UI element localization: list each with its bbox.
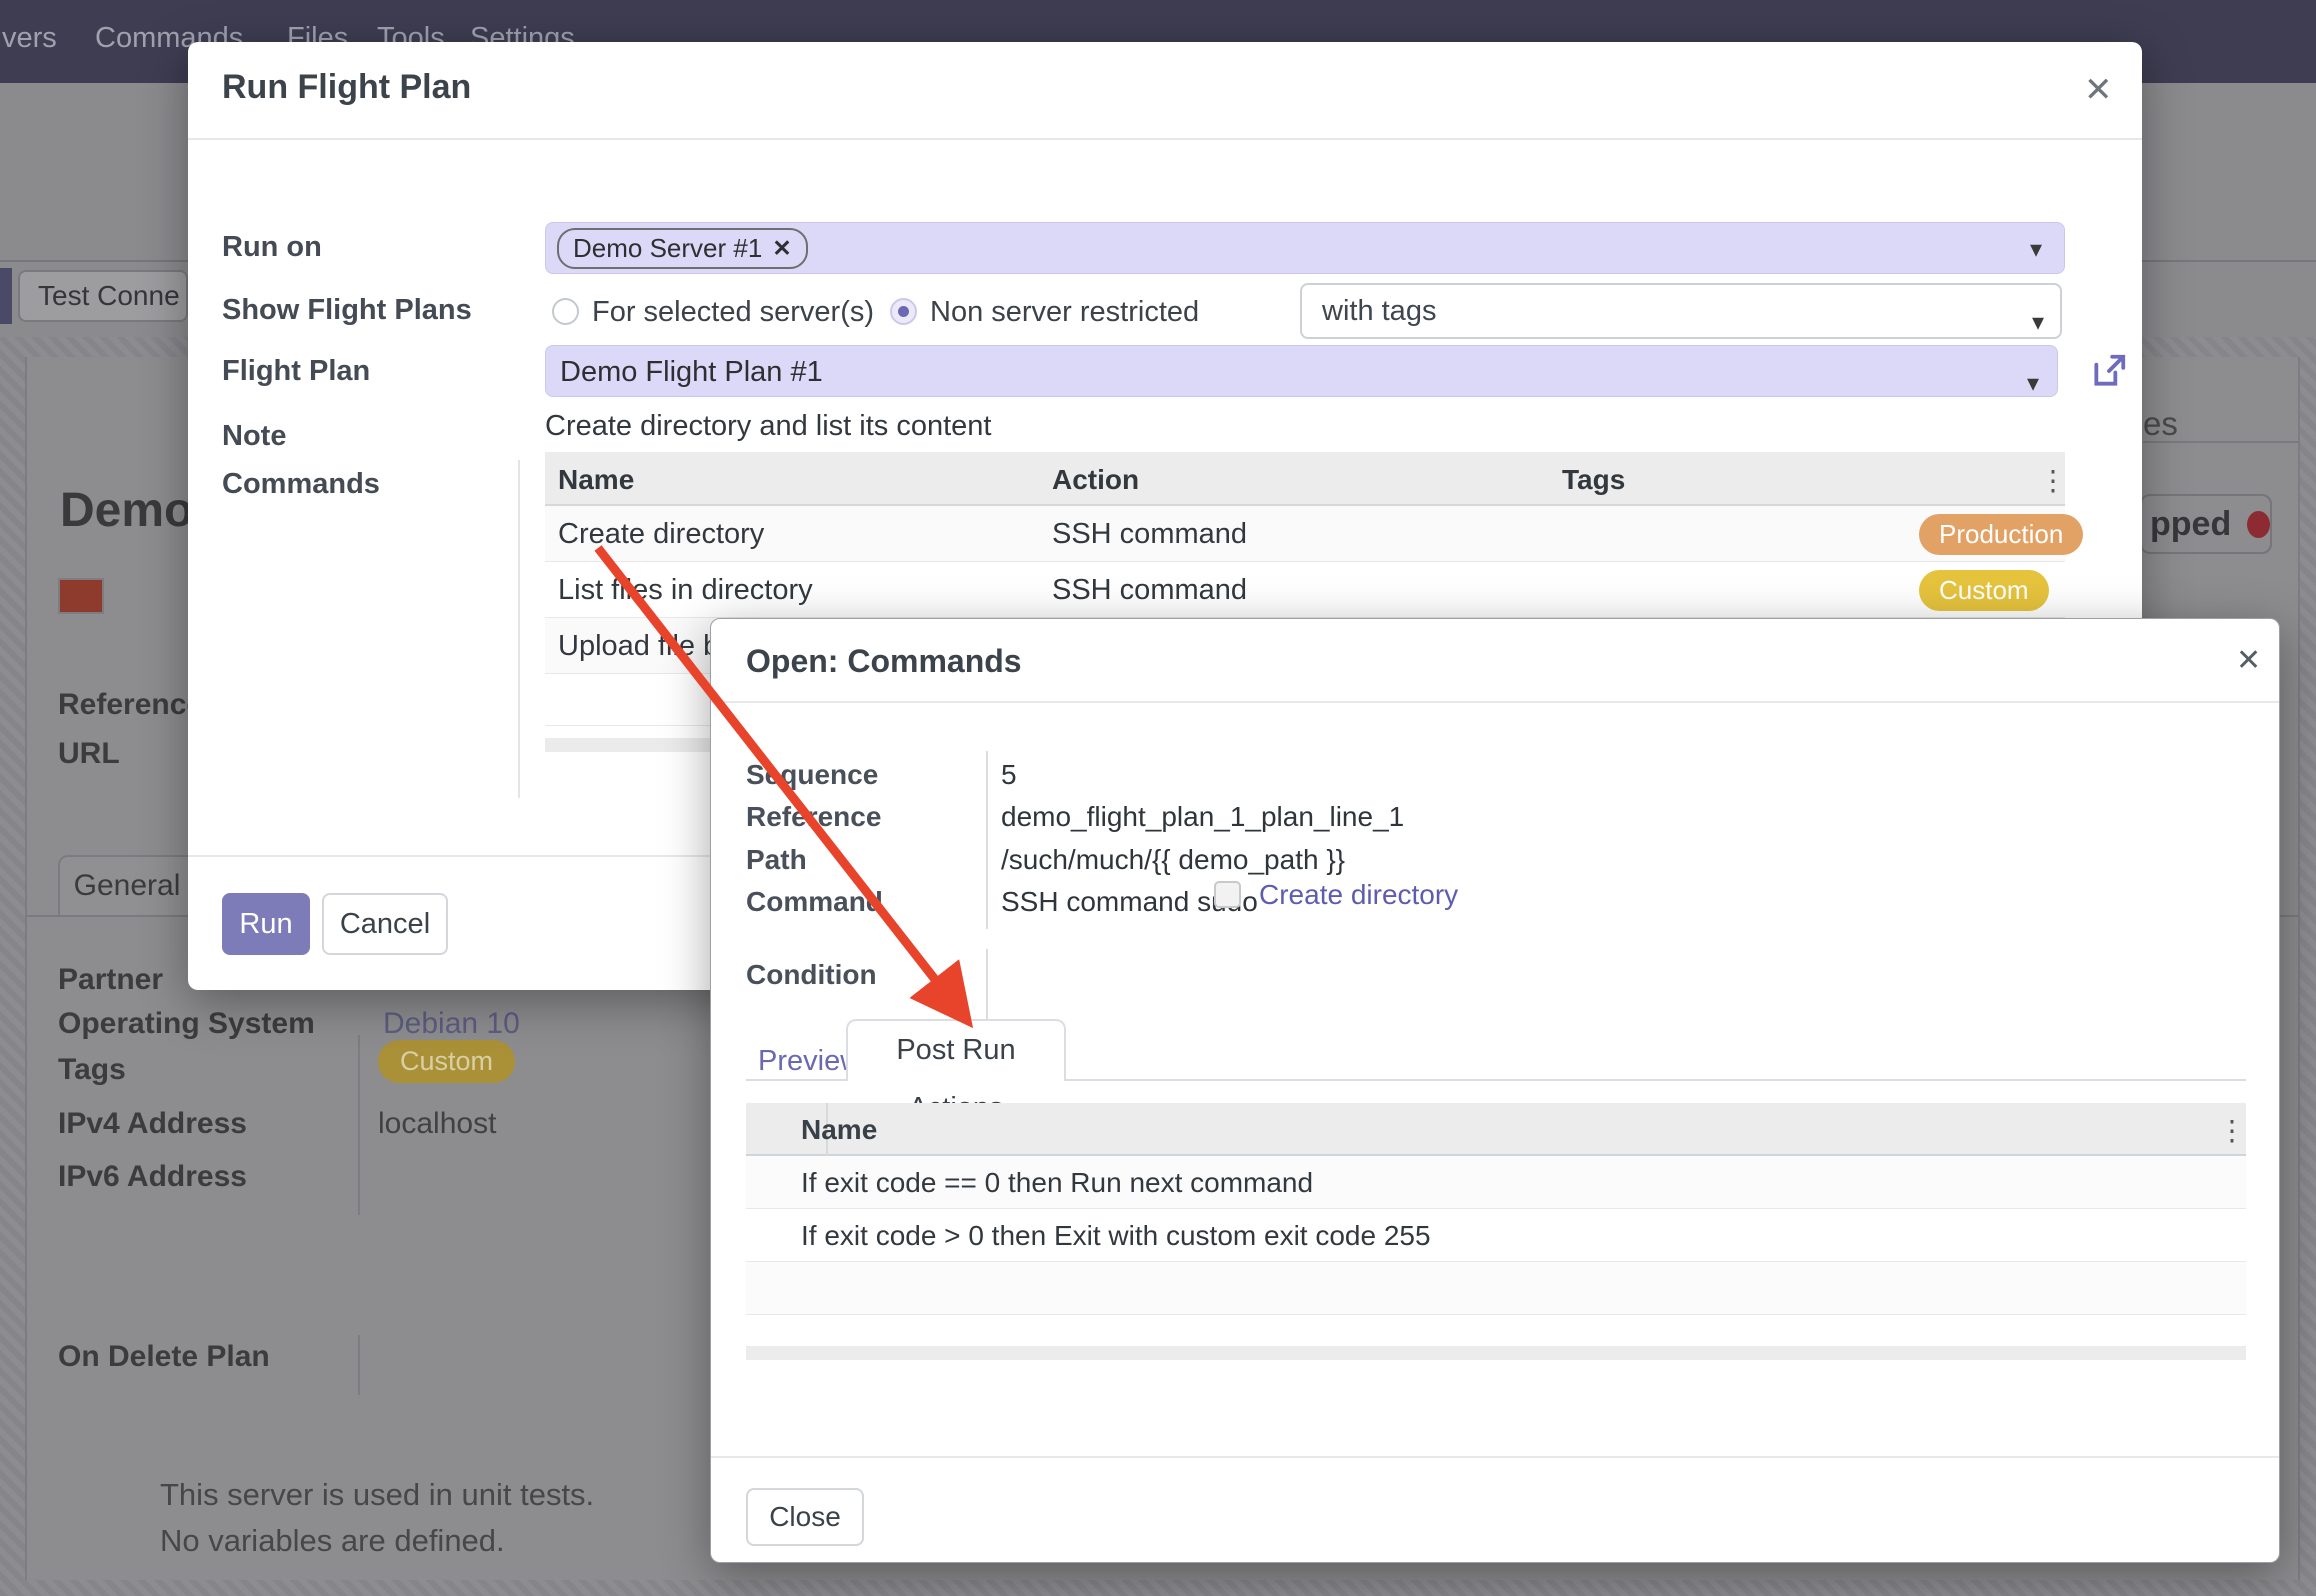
- commands-modal-title: Open: Commands: [746, 643, 1022, 680]
- post-run-actions-table-header: Name ⋮: [746, 1103, 2246, 1156]
- radio-selected-servers[interactable]: [552, 298, 579, 325]
- tab-general[interactable]: General: [58, 855, 196, 917]
- show-flight-plans-label: Show Flight Plans: [222, 294, 472, 327]
- ipv6-label: IPv6 Address: [58, 1160, 247, 1194]
- path-value: /such/much/{{ demo_path }}: [1001, 844, 1345, 876]
- table-row-empty: [746, 1262, 2246, 1315]
- notes-divider: [2143, 441, 2300, 443]
- tag-badge-custom: Custom: [378, 1040, 515, 1083]
- row-name: List files in directory: [558, 574, 813, 607]
- tab-underline: [746, 1079, 846, 1081]
- table-row[interactable]: If exit code > 0 then Exit with custom e…: [746, 1209, 2246, 1262]
- chevron-down-icon: ▾: [2027, 358, 2039, 410]
- table-row[interactable]: List files in directory SSH command Cust…: [545, 562, 2065, 618]
- tag-badge: Production: [1919, 514, 2083, 555]
- commands-label: Commands: [222, 468, 380, 501]
- commands-field-separator: [518, 460, 520, 798]
- open-commands-modal: Open: Commands ✕ Sequence 5 Reference de…: [710, 618, 2280, 1563]
- tab-post-run-actions[interactable]: Post Run Actions: [846, 1019, 1066, 1081]
- chevron-down-icon: ▾: [2030, 235, 2042, 264]
- row-name: If exit code == 0 then Run next command: [801, 1167, 1313, 1199]
- flight-plan-select[interactable]: Demo Flight Plan #1 ▾: [545, 345, 2058, 397]
- commands-table-header: Name Action Tags ⋮: [545, 452, 2065, 506]
- condition-label: Condition: [746, 959, 877, 991]
- table-row[interactable]: Create directory SSH command Production: [545, 506, 2065, 562]
- field-column-separator-2: [358, 1335, 360, 1395]
- server-chip-label: Demo Server #1: [573, 233, 762, 264]
- run-button[interactable]: Run: [222, 893, 310, 955]
- run-modal-title: Run Flight Plan: [222, 68, 471, 107]
- server-chip[interactable]: Demo Server #1 ✕: [557, 228, 808, 269]
- field-column-separator: [358, 1035, 360, 1215]
- row-name: Create directory: [558, 518, 764, 551]
- table-row[interactable]: If exit code == 0 then Run next command: [746, 1156, 2246, 1209]
- close-button[interactable]: Close: [746, 1488, 864, 1546]
- close-icon[interactable]: ✕: [2084, 70, 2113, 110]
- chip-remove-icon[interactable]: ✕: [772, 235, 791, 262]
- status-badge-label: pped: [2150, 505, 2231, 544]
- value-column-separator: [986, 751, 988, 929]
- test-connection-button[interactable]: Test Conne: [18, 270, 188, 322]
- with-tags-value: with tags: [1322, 295, 1436, 327]
- command-label: Command: [746, 886, 883, 918]
- note-label: Note: [222, 420, 286, 453]
- status-dot-icon: [2247, 511, 2270, 538]
- tags-label: Tags: [58, 1053, 126, 1087]
- row-name: Upload file by: [558, 630, 734, 663]
- command-checkbox[interactable]: [1214, 881, 1241, 908]
- column-header-name[interactable]: Name: [558, 464, 634, 496]
- row-action: SSH command: [1052, 518, 1247, 551]
- with-tags-select[interactable]: with tags ▾: [1300, 283, 2062, 339]
- operating-system-label: Operating System: [58, 1007, 315, 1041]
- plan-description: Create directory and list its content: [545, 410, 991, 443]
- unit-test-note-line2: No variables are defined.: [160, 1523, 505, 1559]
- command-link[interactable]: Create directory: [1259, 879, 1458, 911]
- row-action: SSH command: [1052, 574, 1247, 607]
- column-header-tags[interactable]: Tags: [1562, 464, 1625, 496]
- tab-underline: [1066, 1079, 2246, 1081]
- column-header-name[interactable]: Name: [801, 1114, 877, 1146]
- unit-test-note-line1: This server is used in unit tests.: [160, 1477, 594, 1513]
- flight-plan-label: Flight Plan: [222, 355, 370, 388]
- row-name: If exit code > 0 then Exit with custom e…: [801, 1220, 1431, 1252]
- url-label: URL: [58, 737, 120, 771]
- tag-badge: Custom: [1919, 570, 2049, 611]
- value-column-separator-2: [986, 949, 988, 1019]
- run-on-label: Run on: [222, 231, 322, 264]
- sequence-value: 5: [1001, 759, 1017, 791]
- radio-non-server-restricted-label[interactable]: Non server restricted: [930, 296, 1199, 329]
- run-on-select[interactable]: Demo Server #1 ✕ ▾: [545, 222, 2065, 274]
- server-title: Demo: [60, 483, 193, 538]
- path-label: Path: [746, 844, 807, 876]
- ipv4-label: IPv4 Address: [58, 1107, 247, 1141]
- nav-item-servers[interactable]: vers: [2, 22, 57, 55]
- modal-footer-divider: [711, 1456, 2279, 1458]
- external-link-icon[interactable]: [2090, 352, 2128, 390]
- partner-label: Partner: [58, 963, 163, 997]
- modal-header-divider: [188, 138, 2142, 140]
- chevron-down-icon: ▾: [2032, 297, 2044, 349]
- sequence-label: Sequence: [746, 759, 878, 791]
- notes-partial-text: es: [2143, 405, 2178, 443]
- table-options-icon[interactable]: ⋮: [2039, 464, 2067, 497]
- reference-label: Reference: [746, 801, 881, 833]
- close-icon[interactable]: ✕: [2236, 643, 2261, 678]
- table-options-icon[interactable]: ⋮: [2218, 1114, 2246, 1147]
- color-swatch[interactable]: [58, 578, 104, 614]
- reference-value: demo_flight_plan_1_plan_line_1: [1001, 801, 1404, 833]
- on-delete-plan-label: On Delete Plan: [58, 1340, 270, 1374]
- reference-label: Reference: [58, 688, 203, 722]
- partial-primary-button[interactable]: [0, 268, 12, 324]
- cancel-button[interactable]: Cancel: [322, 893, 448, 955]
- table-footer-strip: [746, 1346, 2246, 1360]
- column-header-action[interactable]: Action: [1052, 464, 1139, 496]
- ipv4-value: localhost: [378, 1107, 496, 1141]
- status-badge-stopped[interactable]: pped: [2140, 494, 2272, 554]
- modal-header-divider: [711, 701, 2279, 703]
- operating-system-value[interactable]: Debian 10: [383, 1007, 520, 1041]
- flight-plan-value: Demo Flight Plan #1: [560, 356, 823, 388]
- radio-non-server-restricted[interactable]: [890, 298, 917, 325]
- radio-selected-servers-label[interactable]: For selected server(s): [592, 296, 874, 329]
